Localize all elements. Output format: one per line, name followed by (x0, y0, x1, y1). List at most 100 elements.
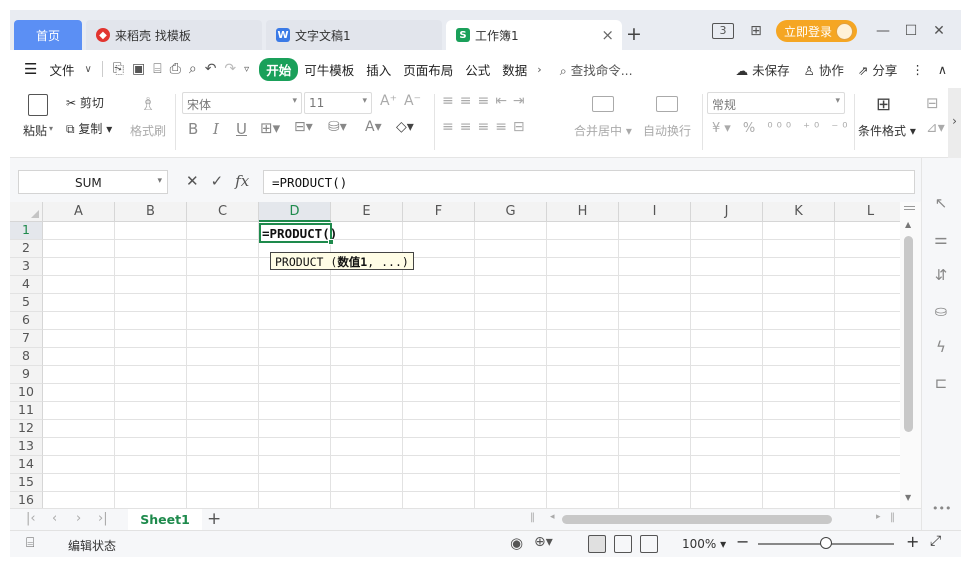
wrap-text-button[interactable]: 自动换行 (643, 122, 691, 139)
merge-center-button[interactable]: 合并居中 ▾ (574, 122, 632, 139)
book-icon[interactable]: ⊏ (932, 374, 950, 392)
column-header-j[interactable]: J (691, 202, 763, 222)
menu-formulas[interactable]: 公式 (459, 60, 496, 79)
prev-sheet-icon[interactable]: ‹ (52, 511, 57, 526)
column-header-k[interactable]: K (763, 202, 835, 222)
print-preview-icon[interactable]: ⎘ (109, 61, 128, 77)
redo-icon[interactable]: ↷ (220, 61, 240, 77)
horizontal-scroll-thumb[interactable] (562, 515, 832, 524)
column-header-e[interactable]: E (331, 202, 403, 222)
lightning-icon[interactable]: ϟ (932, 338, 950, 356)
column-header-d[interactable]: D (259, 202, 331, 222)
hsplit-handle[interactable]: ‖ (530, 512, 535, 523)
more-options-icon[interactable]: ⋮ (911, 62, 924, 77)
undo-icon[interactable]: ↶ (201, 61, 221, 77)
save-icon[interactable]: ▣ (128, 61, 149, 77)
search-command[interactable]: ⌕ 查找命令... (560, 60, 633, 79)
normal-view-button[interactable] (588, 535, 606, 553)
cancel-icon[interactable]: ✕ (186, 172, 199, 190)
wrap-text-icon[interactable] (656, 96, 678, 112)
cell-border-style-icon[interactable]: ⊟▾ (294, 119, 313, 135)
decrease-font-icon[interactable]: A⁻ (404, 93, 421, 109)
eye-protection-icon[interactable]: ◉ (510, 534, 523, 552)
login-button[interactable]: 立即登录 (775, 20, 857, 42)
row-header-8[interactable]: 8 (10, 348, 43, 366)
scroll-right-icon[interactable]: ▸ (876, 512, 881, 522)
tab-docer-templates[interactable]: ◆ 来稻壳 找模板 (86, 20, 262, 50)
insert-function-icon[interactable]: fx (235, 172, 249, 190)
row-header-14[interactable]: 14 (10, 456, 43, 474)
column-header-l[interactable]: L (835, 202, 900, 222)
hsplit-handle-right[interactable]: ‖ (890, 512, 895, 523)
print-icon[interactable]: ⎙ (166, 61, 185, 77)
row-header-5[interactable]: 5 (10, 294, 43, 312)
tab-workbook[interactable]: S 工作簿1 × (446, 20, 622, 50)
scroll-down-icon[interactable]: ▼ (905, 493, 911, 502)
row-header-9[interactable]: 9 (10, 366, 43, 384)
row-header-10[interactable]: 10 (10, 384, 43, 402)
backup-icon[interactable]: ⛀ (932, 302, 950, 320)
close-tab-icon[interactable]: × (601, 26, 614, 44)
merge-center-icon[interactable] (592, 96, 614, 112)
menu-file[interactable]: 文件 (43, 60, 80, 79)
split-handle[interactable] (904, 206, 915, 210)
maximize-icon[interactable]: ☐ (897, 23, 925, 39)
font-color-icon[interactable]: A▾ (365, 119, 382, 135)
horizontal-align-icons[interactable]: ≡≡≡≡⊟ (442, 119, 531, 135)
new-tab-icon[interactable]: + (626, 23, 642, 45)
scroll-up-icon[interactable]: ▲ (905, 220, 911, 229)
select-pointer-icon[interactable]: ↖ (932, 194, 950, 212)
macro-icon[interactable]: ⌸ (26, 535, 34, 551)
spreadsheet-grid[interactable]: ABCDEFGHIJKL 1 2 3 4 5 6 7 8 9 10 11 12 13 14 15 16 =PR… (10, 202, 900, 508)
paste-button[interactable]: 粘贴 (23, 122, 47, 139)
unsaved-button[interactable]: ☁ 未保存 (736, 60, 790, 79)
preview-icon[interactable]: ⌕ (185, 61, 201, 77)
italic-icon[interactable]: I (213, 120, 219, 138)
menu-data[interactable]: 数据 (496, 60, 533, 79)
border-icon[interactable]: ⊞▾ (260, 119, 280, 137)
column-header-i[interactable]: I (619, 202, 691, 222)
row-header-16[interactable]: 16 (10, 492, 43, 508)
number-format-select[interactable]: 常规 ▾ (707, 92, 845, 114)
conditional-format-button[interactable]: 条件格式 ▾ (858, 122, 916, 139)
row-header-1[interactable]: 1 (10, 222, 43, 240)
next-sheet-icon[interactable]: › (76, 511, 81, 526)
page-break-view-button[interactable] (640, 535, 658, 553)
menu-start[interactable]: 开始 (259, 57, 299, 81)
row-header-15[interactable]: 15 (10, 474, 43, 492)
collapse-ribbon-icon[interactable]: ∧ (938, 62, 947, 77)
chevron-down-icon[interactable]: ∨ (80, 64, 95, 75)
more-horizontal-icon[interactable]: ••• (932, 502, 951, 520)
increase-font-icon[interactable]: A⁺ (380, 93, 397, 109)
menu-page-layout[interactable]: 页面布局 (397, 60, 459, 79)
tab-text-document[interactable]: W 文字文稿1 (266, 20, 442, 50)
sheet-tab-sheet1[interactable]: Sheet1 (128, 509, 202, 531)
row-header-4[interactable]: 4 (10, 276, 43, 294)
name-box[interactable]: SUM ▾ (18, 170, 168, 194)
row-header-6[interactable]: 6 (10, 312, 43, 330)
fill-color-icon[interactable]: ⛁▾ (328, 119, 347, 135)
menu-insert[interactable]: 插入 (360, 60, 397, 79)
vertical-align-icons[interactable]: ≡≡≡⇤⇥ (442, 93, 531, 109)
format-painter-icon[interactable]: ♗ (140, 94, 156, 115)
export-icon[interactable]: ⌸ (149, 61, 165, 77)
horizontal-scrollbar[interactable]: ◂ ▸ (550, 512, 888, 526)
scroll-left-icon[interactable]: ◂ (550, 512, 555, 522)
row-header-7[interactable]: 7 (10, 330, 43, 348)
column-header-f[interactable]: F (403, 202, 475, 222)
zoom-slider-knob[interactable] (820, 537, 832, 549)
transform-icon[interactable]: ⇵ (932, 266, 950, 284)
grid-apps-icon[interactable]: ⊞ (742, 23, 770, 39)
column-header-b[interactable]: B (115, 202, 187, 222)
more-dropdown-icon[interactable]: ▿ (240, 64, 253, 75)
last-sheet-icon[interactable]: ›| (98, 511, 108, 526)
zoom-in-icon[interactable]: + (906, 532, 919, 551)
cell-style-icon[interactable]: ⊿▾ (926, 120, 945, 136)
active-cell-d1[interactable]: =PRODUCT() (259, 223, 337, 245)
paste-dropdown-icon[interactable]: ▾ (49, 124, 53, 133)
cut-button[interactable]: ✂ 剪切 (66, 94, 104, 111)
collab-button[interactable]: ♙ 协作 (804, 60, 844, 79)
tab-home[interactable]: 首页 (14, 20, 82, 50)
vertical-scroll-thumb[interactable] (904, 236, 913, 432)
hamburger-icon[interactable]: ☰ (10, 60, 43, 78)
